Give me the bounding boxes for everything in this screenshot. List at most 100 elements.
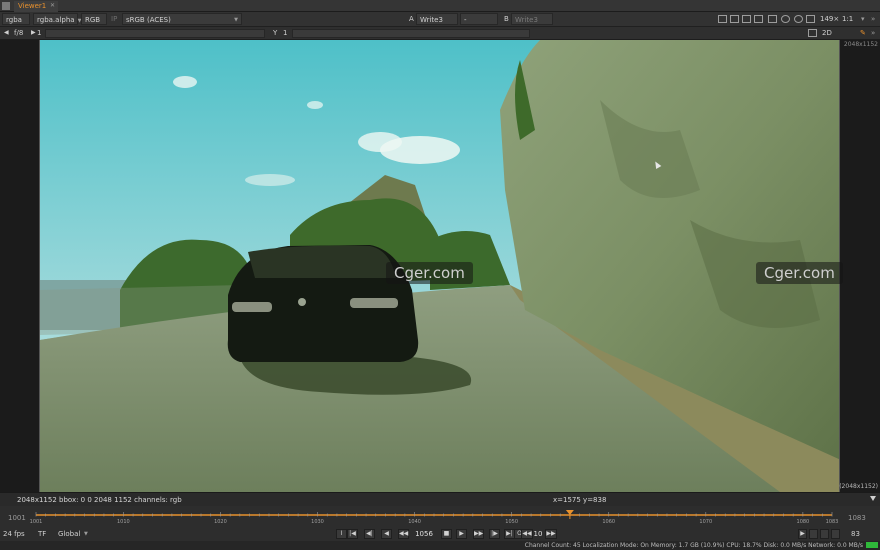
timeline-end-frame[interactable]: 1083 — [848, 514, 866, 522]
gamma-slider[interactable] — [292, 29, 530, 38]
timeline-tick-label: 1083 — [825, 519, 839, 525]
lut-icon[interactable] — [768, 15, 777, 23]
paint-brush-icon[interactable]: ✎ — [860, 27, 866, 39]
timeline-tick-label: 1030 — [311, 519, 324, 525]
info-menu-icon[interactable] — [870, 496, 876, 501]
channels-dropdown[interactable]: rgba — [2, 13, 30, 25]
timeline-tick-label: 1050 — [505, 519, 519, 525]
play-forward-button[interactable]: ▶ — [456, 529, 467, 539]
view-mode-value: 2D — [822, 29, 832, 37]
fstop-field[interactable]: f/8 — [14, 27, 23, 39]
timeline-tick-label: 1080 — [796, 519, 810, 525]
stop-button[interactable]: ■ — [441, 529, 452, 539]
view-mode-dropdown[interactable]: 2D — [822, 27, 832, 39]
input-a-value: Write3 — [420, 16, 443, 24]
cache-icon[interactable] — [809, 529, 818, 539]
input-b-value: Write3 — [515, 16, 538, 24]
roi-icon[interactable] — [718, 15, 727, 23]
clipping-warning-icon[interactable] — [730, 15, 739, 23]
proxy-ratio-value: 1:1 — [842, 15, 854, 23]
channel-alpha-dropdown[interactable]: rgba.alpha ▼ — [33, 13, 81, 25]
zoom-dropdown[interactable]: 149× — [820, 13, 839, 25]
fstop-arrows-icon[interactable]: ◀ — [4, 27, 9, 39]
resolution-label-bottom: (2048x1152) — [839, 483, 878, 490]
ip-toggle[interactable]: IP — [111, 13, 117, 25]
prev-frame-button[interactable]: ◀ — [381, 529, 392, 539]
gain-slider[interactable] — [45, 29, 265, 38]
collapse-toolbar-icon[interactable]: ▾ — [861, 13, 865, 25]
expand-toolbar-icon[interactable]: » — [871, 13, 875, 25]
compare-mode-value: - — [464, 16, 467, 24]
timeline-tick-label: 1010 — [116, 519, 130, 525]
ip-label: IP — [111, 15, 118, 23]
refresh-icon[interactable] — [781, 15, 790, 23]
fstop-value: f/8 — [14, 29, 24, 37]
viewer-tab-bar: Viewer1 ✕ — [0, 0, 880, 12]
viewer-canvas[interactable]: 2048x1152 (2048x1152) Cger.com Cger.com — [0, 40, 880, 492]
timeline-ruler-svg[interactable] — [30, 510, 838, 528]
skip-forward-icon[interactable]: ▶▶ — [545, 529, 557, 539]
status-indicator — [866, 542, 878, 548]
range-mode-caret-icon[interactable]: ▼ — [84, 531, 88, 537]
proxy-ratio-dropdown[interactable]: 1:1 — [842, 13, 853, 25]
next-frame-button[interactable]: ▶▶ — [473, 529, 484, 539]
gamma-field[interactable]: 1 — [283, 27, 287, 39]
prev-keyframe-button[interactable]: ◀| — [364, 529, 375, 539]
playback-mode-icon[interactable]: ▶ — [798, 529, 807, 539]
transport-controls: 24 fps TF Global ▼ I |◀ ◀| ◀ ◀◀ 1056 ■ ▶… — [0, 528, 880, 541]
gamma-label: Y — [273, 27, 277, 39]
compare-mode-dropdown[interactable]: - — [460, 13, 498, 25]
next-keyframe-button[interactable]: |▶ — [489, 529, 500, 539]
gamma-value: 1 — [283, 29, 288, 37]
gain-field[interactable]: 1 — [37, 27, 41, 39]
frame-increment-field[interactable]: 10 — [532, 529, 544, 539]
resolution-label-top: 2048x1152 — [843, 41, 878, 48]
current-frame-field[interactable]: 1056 — [413, 529, 435, 539]
colorspace-dropdown[interactable]: sRGB (ACES) ▼ — [122, 13, 242, 25]
timeline-tick-label: 1020 — [214, 519, 227, 525]
lock-icon[interactable] — [820, 529, 829, 539]
format-info: 2048x1152 bbox: 0 0 2048 1152 channels: … — [17, 496, 182, 504]
input-a-letter: A — [409, 13, 414, 25]
first-frame-button[interactable]: |◀ — [347, 529, 358, 539]
fps-field[interactable]: 24 fps — [3, 530, 25, 538]
zoom-value: 149× — [820, 15, 840, 23]
viewer-secondary-toolbar: ◀ f/8 ▶ 1 Y 1 2D ✎ » — [0, 27, 880, 40]
cursor-position: x=1575 y=838 — [553, 496, 607, 504]
panel-menu-icon[interactable] — [2, 2, 10, 10]
input-b-dropdown[interactable]: Write3 — [511, 13, 553, 25]
input-a-dropdown[interactable]: Write3 — [416, 13, 458, 25]
timeline-tick-label: 1070 — [699, 519, 713, 525]
timeline-start-frame[interactable]: 1001 — [8, 514, 26, 522]
input-b-letter-text: B — [504, 15, 509, 23]
tab-label: Viewer1 — [18, 2, 47, 10]
watermark-2: Cger.com — [756, 262, 843, 284]
timecode-mode-dropdown[interactable]: TF — [38, 530, 46, 538]
display-mode-dropdown[interactable]: RGB — [81, 13, 107, 25]
timeline[interactable]: 1001 1001 1010 1020 1030 1040 1050 1060 1070 108… — [0, 506, 880, 530]
timeline-tick-label: 1060 — [602, 519, 616, 525]
fstop-next-icon[interactable]: ▶ — [31, 27, 36, 39]
grid-icon[interactable] — [742, 15, 751, 23]
status-text: Channel Count: 45 Localization Mode: On … — [524, 542, 863, 549]
status-bar: Channel Count: 45 Localization Mode: On … — [0, 541, 880, 550]
pause-updates-icon[interactable] — [794, 15, 803, 23]
tab-viewer1[interactable]: Viewer1 ✕ — [14, 1, 58, 12]
snapshot-icon[interactable] — [806, 15, 815, 23]
viewer-toolbar: rgba rgba.alpha ▼ RGB IP sRGB (ACES) ▼ A W… — [0, 12, 880, 27]
in-point-button[interactable]: I — [336, 529, 347, 539]
timeline-ruler[interactable]: 1001 1010 1020 1030 1040 1050 1060 1070 1080 1083 — [30, 510, 838, 528]
gamma-label-text: Y — [273, 29, 278, 37]
flipbook-icon[interactable] — [831, 529, 840, 539]
expand-secondary-icon[interactable]: » — [871, 27, 875, 39]
timeline-tick-label: 1001 — [29, 519, 43, 525]
close-icon[interactable]: ✕ — [50, 2, 55, 9]
range-mode-dropdown[interactable]: Global — [58, 530, 80, 538]
input-b-letter: B — [504, 13, 509, 25]
display-mode-value: RGB — [85, 16, 101, 24]
channels-value: rgba — [6, 16, 22, 24]
out-frame-field[interactable]: 83 — [851, 530, 860, 538]
play-backward-button[interactable]: ◀◀ — [398, 529, 409, 539]
timeline-tick-label: 1040 — [408, 519, 421, 525]
mask-overlay-icon[interactable] — [754, 15, 763, 23]
